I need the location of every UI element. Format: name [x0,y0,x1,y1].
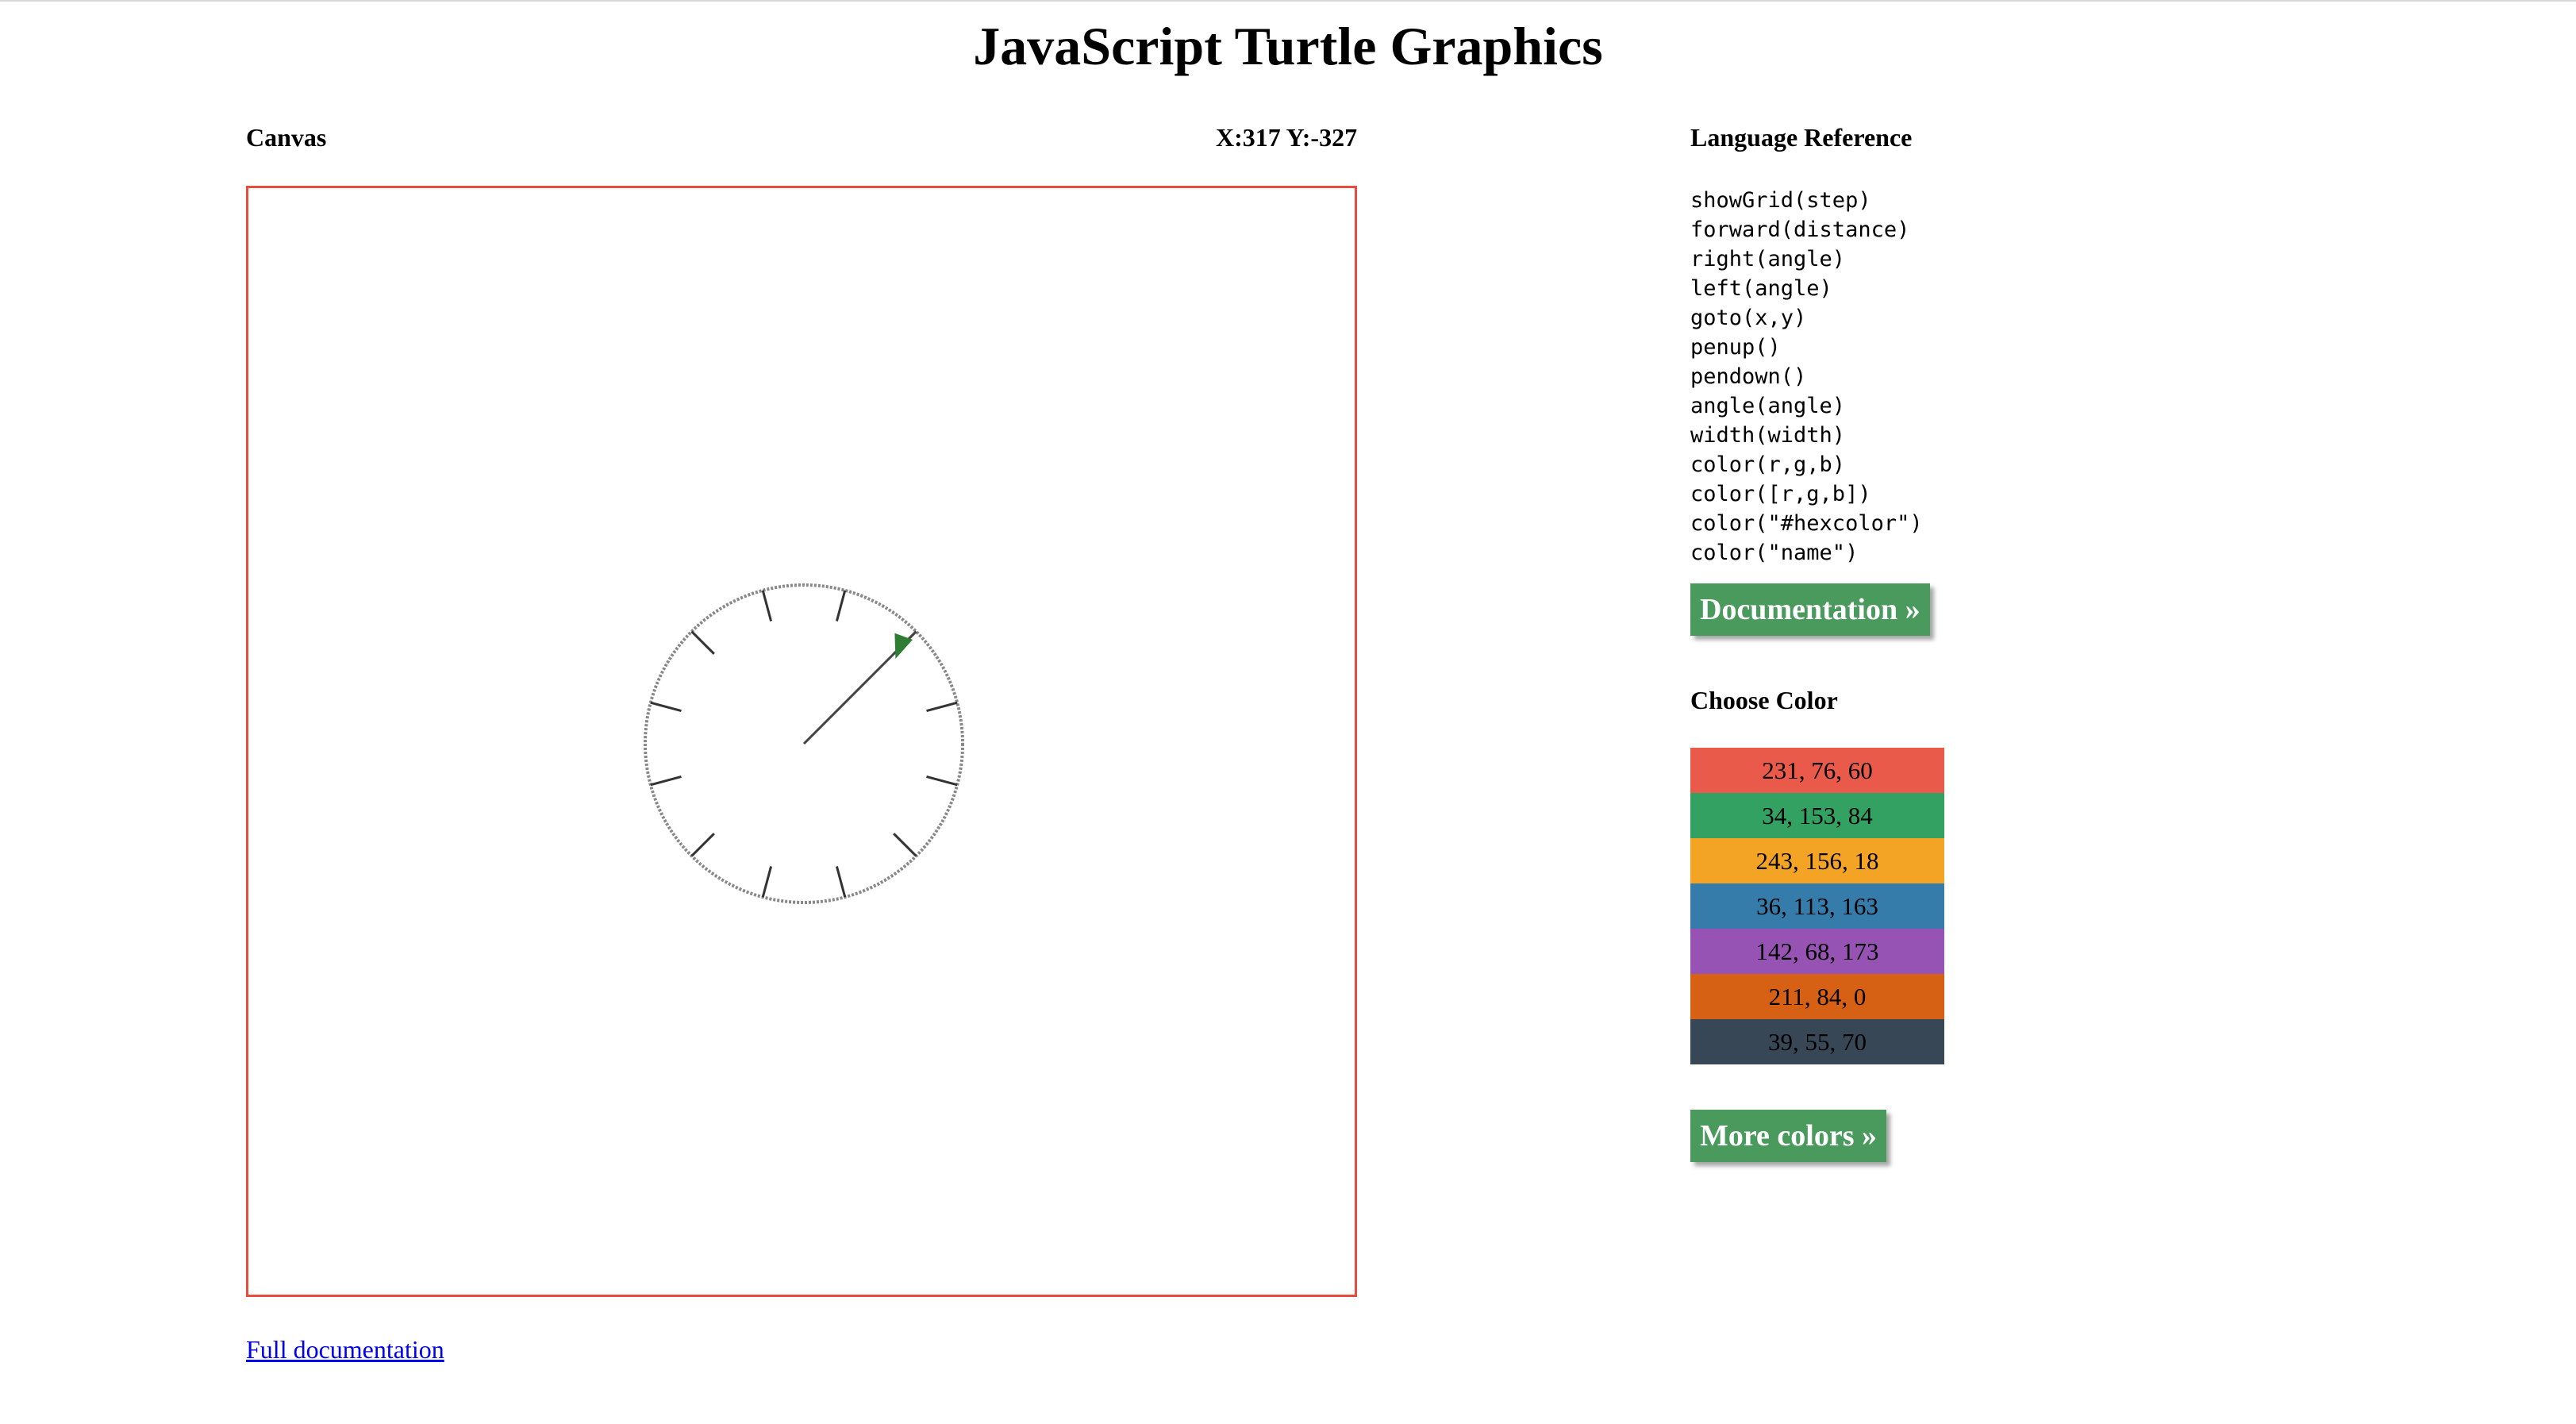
language-reference-list: showGrid(step) forward(distance) right(a… [1690,186,1923,568]
full-documentation-link[interactable]: Full documentation [246,1334,444,1365]
color-swatch-dark-navy[interactable]: 39, 55, 70 [1690,1019,1944,1064]
documentation-button[interactable]: Documentation » [1690,583,1930,636]
reference-item: color([r,g,b]) [1690,482,1871,506]
color-swatch-blue[interactable]: 36, 113, 163 [1690,883,1944,929]
reference-item: penup() [1690,335,1781,360]
canvas-heading: Canvas [246,123,327,152]
reference-item: color("name") [1690,541,1859,565]
clock-tick-mark [650,775,682,787]
page-title: JavaScript Turtle Graphics [973,16,1603,76]
clock-tick-mark [690,630,715,655]
clock-tick-mark [893,833,917,857]
color-swatch-green[interactable]: 34, 153, 84 [1690,793,1944,838]
reference-item: left(angle) [1690,276,1832,301]
reference-item: color(r,g,b) [1690,452,1846,477]
reference-item: forward(distance) [1690,217,1910,242]
clock-tick-mark [690,833,715,857]
choose-color-heading: Choose Color [1690,686,1838,714]
drawing-surface [644,583,964,904]
clock-tick-mark [926,775,958,787]
clock-tick-mark [761,866,773,898]
color-swatch-dark-orange[interactable]: 211, 84, 0 [1690,974,1944,1019]
color-swatch-red[interactable]: 231, 76, 60 [1690,748,1944,793]
clock-tick-mark [926,701,958,713]
reference-item: angle(angle) [1690,394,1846,418]
reference-item: width(width) [1690,423,1846,448]
color-swatch-list: 231, 76, 60 34, 153, 84 243, 156, 18 36,… [1690,748,1944,1064]
clock-tick-mark [650,701,682,713]
reference-item: goto(x,y) [1690,306,1807,330]
clock-tick-mark [835,590,847,622]
clock-tick-mark [761,590,773,622]
reference-item: right(angle) [1690,247,1846,271]
language-reference-heading: Language Reference [1690,123,1913,152]
turtle-canvas[interactable] [246,186,1357,1297]
reference-item: color("#hexcolor") [1690,511,1923,536]
top-rule [0,0,2576,2]
color-swatch-purple[interactable]: 142, 68, 173 [1690,929,1944,974]
reference-item: pendown() [1690,364,1807,389]
clock-tick-mark [835,866,847,898]
coordinates-readout: X:317 Y:-327 [1216,123,1358,152]
clock-drawing [644,583,964,904]
color-swatch-orange[interactable]: 243, 156, 18 [1690,838,1944,883]
reference-item: showGrid(step) [1690,188,1871,213]
more-colors-button[interactable]: More colors » [1690,1110,1886,1162]
